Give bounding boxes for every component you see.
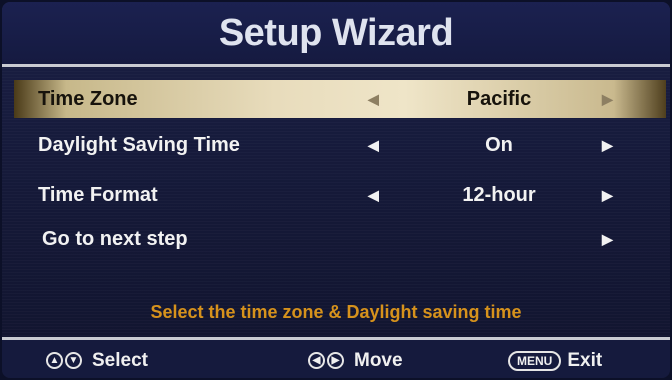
menu-row-time-zone[interactable]: Time Zone ◀ Pacific ▶: [14, 80, 666, 118]
left-arrow-icon[interactable]: ◀: [368, 176, 379, 214]
exit-hint: MENU Exit: [508, 340, 602, 378]
page-title: Setup Wizard: [218, 12, 454, 54]
right-arrow-icon[interactable]: ▶: [602, 126, 613, 164]
right-arrow-icon[interactable]: ▶: [602, 80, 613, 118]
move-hint: ◀ ▶ Move: [308, 340, 403, 378]
tv-screen: Setup Wizard Time Zone ◀ Pacific ▶ Dayli…: [0, 0, 672, 380]
time-format-label: Time Format: [38, 184, 158, 206]
title-bar: Setup Wizard: [2, 2, 670, 64]
right-arrow-icon[interactable]: ▶: [602, 220, 613, 258]
menu-button-icon: MENU: [508, 350, 562, 371]
down-arrow-circle-icon: ▼: [65, 352, 82, 369]
left-arrow-icon[interactable]: ◀: [368, 80, 379, 118]
daylight-saving-value[interactable]: On: [414, 126, 584, 164]
select-hint: ▲ ▼ Select: [46, 340, 148, 378]
daylight-saving-label: Daylight Saving Time: [38, 134, 240, 156]
hint-text: Select the time zone & Daylight saving t…: [150, 302, 522, 322]
right-arrow-icon[interactable]: ▶: [602, 176, 613, 214]
menu-row-next-step[interactable]: Go to next step ▶: [14, 220, 666, 258]
exit-label: Exit: [567, 349, 603, 371]
footer-bar: ▲ ▼ Select ◀ ▶ Move MENU Exit: [2, 337, 670, 378]
left-arrow-circle-icon: ◀: [308, 352, 325, 369]
time-format-value[interactable]: 12-hour: [414, 176, 584, 214]
setup-wizard-panel: Setup Wizard Time Zone ◀ Pacific ▶ Dayli…: [2, 2, 670, 378]
title-divider: [2, 64, 670, 67]
select-label: Select: [92, 349, 148, 371]
next-step-label: Go to next step: [42, 228, 188, 250]
menu-row-time-format[interactable]: Time Format ◀ 12-hour ▶: [14, 176, 666, 214]
menu-row-daylight-saving[interactable]: Daylight Saving Time ◀ On ▶: [14, 126, 666, 164]
move-label: Move: [354, 349, 403, 371]
up-arrow-circle-icon: ▲: [46, 352, 63, 369]
left-arrow-icon[interactable]: ◀: [368, 126, 379, 164]
time-zone-value[interactable]: Pacific: [414, 80, 584, 118]
right-arrow-circle-icon: ▶: [327, 352, 344, 369]
time-zone-label: Time Zone: [38, 88, 138, 110]
